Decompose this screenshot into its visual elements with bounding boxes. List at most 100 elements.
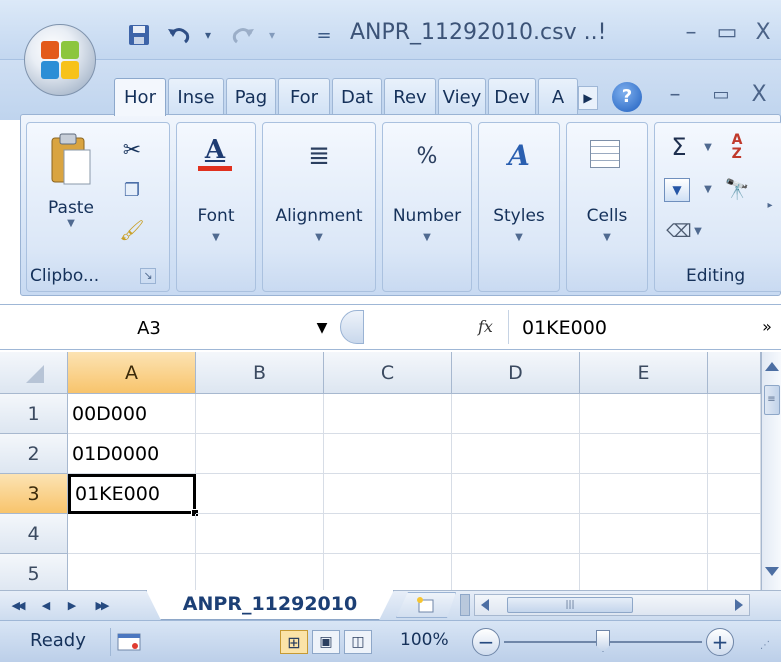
customize-toolbar-button[interactable]: = xyxy=(312,22,336,48)
minimize-button[interactable]: – xyxy=(676,18,706,48)
cell[interactable] xyxy=(708,394,761,434)
clipboard-dialog-launcher-icon[interactable]: ↘ xyxy=(140,268,156,284)
save-icon[interactable] xyxy=(124,22,154,48)
normal-view-icon[interactable]: ⊞ xyxy=(280,630,308,654)
cell[interactable] xyxy=(196,474,324,514)
tab-scroll-right-icon[interactable]: ▶ xyxy=(578,86,598,110)
row-header[interactable]: 4 xyxy=(0,514,68,554)
prev-sheet-icon[interactable]: ◀ xyxy=(36,596,56,616)
zoom-level[interactable]: 100% xyxy=(400,630,449,650)
office-button[interactable] xyxy=(24,24,96,96)
expand-formula-bar-icon[interactable]: » xyxy=(756,314,778,340)
sheet-tab-active[interactable]: ANPR_11292010 xyxy=(146,590,394,620)
tab-addins[interactable]: A xyxy=(538,78,578,116)
cell[interactable] xyxy=(324,514,452,554)
name-box-dropdown-icon[interactable]: ▼ xyxy=(312,318,332,338)
cell[interactable] xyxy=(196,554,324,590)
cell[interactable] xyxy=(324,394,452,434)
first-sheet-icon[interactable]: ◀◀ xyxy=(6,596,28,616)
row-header[interactable]: 2 xyxy=(0,434,68,474)
row-header[interactable]: 5 xyxy=(0,554,68,590)
tab-split-handle[interactable] xyxy=(460,594,470,616)
ribbon-close-button[interactable]: X xyxy=(744,80,774,110)
cell[interactable] xyxy=(196,434,324,474)
column-header[interactable]: E xyxy=(580,352,708,394)
page-break-view-icon[interactable]: ◫ xyxy=(344,630,372,654)
cell[interactable] xyxy=(68,514,196,554)
tab-formulas[interactable]: For xyxy=(278,78,330,116)
tab-home[interactable]: Hor xyxy=(114,78,166,116)
close-button[interactable]: X xyxy=(748,18,778,48)
worksheet-grid[interactable]: A B C D E 1 00D000 2 01D0000 3 01KE000 4… xyxy=(0,352,781,590)
cell[interactable] xyxy=(452,434,580,474)
sort-filter-icon[interactable]: AZ xyxy=(722,132,752,162)
cell[interactable] xyxy=(708,514,761,554)
tab-insert[interactable]: Inse xyxy=(168,78,224,116)
horizontal-scroll-thumb[interactable]: ||| xyxy=(507,597,633,613)
redo-dropdown-icon[interactable]: ▾ xyxy=(262,22,282,48)
tab-page-layout[interactable]: Pag xyxy=(226,78,276,116)
fill-icon[interactable]: ▼ xyxy=(664,178,690,202)
scroll-thumb[interactable]: ≡ xyxy=(763,385,780,415)
cell[interactable] xyxy=(68,554,196,590)
scroll-right-icon[interactable] xyxy=(735,599,743,611)
cell[interactable] xyxy=(452,474,580,514)
cell[interactable] xyxy=(452,514,580,554)
scroll-up-icon[interactable] xyxy=(764,362,779,371)
find-select-icon[interactable]: 🔭 xyxy=(722,174,752,204)
cell[interactable] xyxy=(708,434,761,474)
clear-icon[interactable]: ⌫ xyxy=(666,218,692,244)
cell[interactable] xyxy=(580,514,708,554)
format-painter-icon[interactable]: 🖌 xyxy=(118,216,146,244)
cell[interactable] xyxy=(708,554,761,590)
column-header[interactable]: A xyxy=(68,352,196,394)
horizontal-scrollbar[interactable]: ||| xyxy=(474,594,750,616)
resize-grip-icon[interactable]: ⋰ xyxy=(760,640,776,656)
insert-function-icon[interactable]: fx xyxy=(478,314,500,340)
ribbon-minimize-button[interactable]: – xyxy=(660,80,690,110)
tab-review[interactable]: Rev xyxy=(384,78,436,116)
row-header[interactable]: 1 xyxy=(0,394,68,434)
undo-dropdown-icon[interactable]: ▾ xyxy=(198,22,218,48)
column-header[interactable]: B xyxy=(196,352,324,394)
row-header[interactable]: 3 xyxy=(0,474,68,514)
tab-data[interactable]: Dat xyxy=(332,78,382,116)
cut-icon[interactable]: ✂ xyxy=(118,136,146,164)
cell[interactable] xyxy=(580,434,708,474)
ribbon-restore-button[interactable]: ▭ xyxy=(706,80,736,110)
tab-view[interactable]: Viey xyxy=(438,78,486,116)
formula-input[interactable]: 01KE000 xyxy=(522,312,752,344)
selected-cell[interactable]: 01KE000 xyxy=(68,474,196,514)
zoom-in-button[interactable]: + xyxy=(706,628,734,656)
maximize-button[interactable]: ▭ xyxy=(712,18,742,48)
scroll-down-icon[interactable] xyxy=(765,567,779,576)
next-sheet-icon[interactable]: ▶ xyxy=(62,596,82,616)
page-layout-view-icon[interactable]: ▣ xyxy=(312,630,340,654)
undo-icon[interactable] xyxy=(162,22,196,48)
cell[interactable] xyxy=(196,394,324,434)
cell[interactable]: 00D000 xyxy=(68,394,196,434)
paste-button[interactable]: Paste ▼ xyxy=(42,132,100,252)
cell[interactable] xyxy=(580,474,708,514)
autosum-icon[interactable]: Σ xyxy=(664,132,694,162)
cell[interactable] xyxy=(324,434,452,474)
copy-icon[interactable]: ❐ xyxy=(118,176,146,204)
tab-developer[interactable]: Dev xyxy=(488,78,536,116)
cell[interactable] xyxy=(452,394,580,434)
zoom-out-button[interactable]: − xyxy=(472,628,500,656)
cell[interactable] xyxy=(580,554,708,590)
cell[interactable] xyxy=(324,474,452,514)
macro-recording-icon[interactable] xyxy=(110,628,146,656)
cell[interactable] xyxy=(324,554,452,590)
vertical-scrollbar[interactable]: ≡ xyxy=(761,352,781,590)
name-box[interactable]: A3 xyxy=(14,312,344,344)
redo-icon[interactable] xyxy=(226,22,260,48)
scroll-left-icon[interactable] xyxy=(481,599,489,611)
cell[interactable] xyxy=(580,394,708,434)
cell[interactable] xyxy=(452,554,580,590)
cell[interactable] xyxy=(708,474,761,514)
select-all-corner[interactable] xyxy=(0,352,68,394)
cell[interactable]: 01D0000 xyxy=(68,434,196,474)
column-header[interactable]: C xyxy=(324,352,452,394)
cell[interactable] xyxy=(196,514,324,554)
